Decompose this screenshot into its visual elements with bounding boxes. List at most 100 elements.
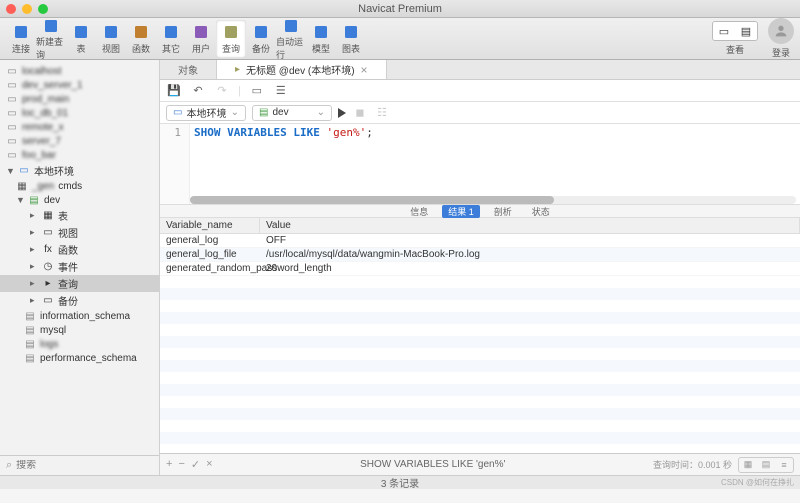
watermark: CSDN @如何在挣扎	[721, 477, 794, 488]
format-icon[interactable]: ☰	[273, 83, 289, 99]
connection-item[interactable]: ▭server_7	[0, 134, 159, 148]
connection-icon: ▭	[6, 65, 18, 77]
env-node[interactable]: ▼▭本地环境	[0, 162, 159, 179]
traffic-lights	[6, 4, 48, 14]
sidebar-search-input[interactable]	[16, 460, 153, 471]
query-tab-icon: ▸	[235, 64, 240, 75]
connection-node[interactable]: ▦_gencmds	[0, 179, 159, 193]
table-icon	[71, 22, 91, 42]
connection-item[interactable]: ▭foo_bar	[0, 148, 159, 162]
toolbar-table-button[interactable]: 表	[66, 20, 96, 58]
db-child-视图[interactable]: ▸▭视图	[0, 224, 159, 241]
result-tab-result1[interactable]: 结果 1	[442, 205, 480, 218]
close-tab-icon[interactable]: ×	[361, 63, 368, 77]
expand-icon[interactable]: ▸	[30, 278, 38, 289]
save-icon[interactable]: 💾	[166, 83, 182, 99]
form-view-icon[interactable]: ▤	[757, 458, 775, 472]
run-query-button[interactable]	[338, 108, 346, 118]
col-value[interactable]: Value	[260, 218, 800, 233]
minimize-window-icon[interactable]	[22, 4, 32, 14]
maximize-window-icon[interactable]	[38, 4, 48, 14]
pager-bar: + − ✓ × SHOW VARIABLES LIKE 'gen%' 查询时间：…	[160, 453, 800, 475]
toolbar-other-button[interactable]: 其它	[156, 20, 186, 58]
view-detail-icon[interactable]: ▤	[735, 22, 757, 40]
node-icon: ▸	[42, 278, 54, 290]
expand-icon[interactable]: ▸	[30, 210, 38, 221]
toolbar-label: 用户	[192, 42, 210, 55]
toolbar-chart-button[interactable]: 图表	[336, 20, 366, 58]
toolbar-query-button[interactable]: 查询	[216, 20, 246, 58]
undo-icon[interactable]: ↶	[190, 83, 206, 99]
redo-icon[interactable]: ↷	[214, 83, 230, 99]
toolbar-label: 图表	[342, 42, 360, 55]
tab-query[interactable]: ▸ 无标题 @dev (本地环境) ×	[217, 60, 387, 79]
view-list-icon[interactable]: ▭	[713, 22, 735, 40]
expand-icon[interactable]: ▸	[30, 227, 38, 238]
database-node[interactable]: ▤mysql	[0, 323, 159, 337]
db-child-表[interactable]: ▸▦表	[0, 207, 159, 224]
toolbar-view-button[interactable]: 视图	[96, 20, 126, 58]
table-row[interactable]: generated_random_password_length20	[160, 262, 800, 276]
table-row[interactable]: general_logOFF	[160, 234, 800, 248]
stop-icon[interactable]: ◼	[352, 105, 368, 121]
expand-icon[interactable]: ▸	[30, 295, 38, 306]
tab-objects[interactable]: 对象	[160, 60, 217, 79]
db-selector[interactable]: ▤dev⌄	[252, 105, 332, 121]
table-row[interactable]: general_log_file/usr/local/mysql/data/wa…	[160, 248, 800, 262]
table-header: Variable_name Value	[160, 218, 800, 234]
delete-row-icon[interactable]: −	[178, 458, 184, 471]
toolbar-function-button[interactable]: 函数	[126, 20, 156, 58]
connection-item[interactable]: ▭prod_main	[0, 92, 159, 106]
confirm-icon[interactable]: ✓	[191, 458, 200, 471]
connection-item[interactable]: ▭localhost	[0, 64, 159, 78]
result-tab-profile[interactable]: 剖析	[488, 205, 518, 218]
sql-code[interactable]: SHOW VARIABLES LIKE 'gen%';	[190, 124, 377, 204]
database-node[interactable]: ▤performance_schema	[0, 351, 159, 365]
grid-view-icon[interactable]: ▦	[739, 458, 757, 472]
result-view-mode[interactable]: ▦ ▤ ≡	[738, 457, 794, 473]
toolbar-connect-button[interactable]: 连接	[6, 20, 36, 58]
other-icon	[161, 22, 181, 42]
result-tab-info[interactable]: 信息	[404, 205, 434, 218]
connection-item[interactable]: ▭dev_server_1	[0, 78, 159, 92]
cancel-icon[interactable]: ×	[206, 458, 212, 471]
text-view-icon[interactable]: ≡	[775, 458, 793, 472]
sql-editor[interactable]: 1 SHOW VARIABLES LIKE 'gen%';	[160, 124, 800, 204]
explain-icon[interactable]: ☷	[374, 105, 390, 121]
database-node[interactable]: ▤information_schema	[0, 309, 159, 323]
connection-item[interactable]: ▭remote_x	[0, 120, 159, 134]
copy-icon[interactable]: ▭	[249, 83, 265, 99]
database-node[interactable]: ▤logs	[0, 337, 159, 351]
scrollbar-thumb[interactable]	[190, 196, 554, 204]
conn-suffix: cmds	[58, 181, 82, 192]
database-node-open[interactable]: ▼▤dev	[0, 193, 159, 207]
env-selector[interactable]: ▭本地环境⌄	[166, 105, 246, 121]
toolbar-user-button[interactable]: 用户	[186, 20, 216, 58]
db-child-查询[interactable]: ▸▸查询	[0, 275, 159, 292]
toolbar-autorun-button[interactable]: 自动运行	[276, 20, 306, 58]
close-window-icon[interactable]	[6, 4, 16, 14]
result-tab-status[interactable]: 状态	[526, 205, 556, 218]
connection-item[interactable]: ▭loc_db_01	[0, 106, 159, 120]
titlebar: Navicat Premium	[0, 0, 800, 18]
sidebar-search[interactable]: ⌕	[0, 455, 159, 475]
view-toggle[interactable]: ▭ ▤	[712, 21, 758, 41]
db-child-函数[interactable]: ▸fx函数	[0, 241, 159, 258]
line-gutter: 1	[160, 124, 190, 204]
expand-icon[interactable]: ▸	[30, 261, 38, 272]
node-label: 事件	[58, 259, 78, 274]
toolbar-newquery-button[interactable]: 新建查询	[36, 20, 66, 58]
expand-icon[interactable]: ▸	[30, 244, 38, 255]
db-child-备份[interactable]: ▸▭备份	[0, 292, 159, 309]
editor-scrollbar[interactable]	[190, 196, 796, 204]
db-child-事件[interactable]: ▸◷事件	[0, 258, 159, 275]
toolbar-backup-button[interactable]: 备份	[246, 20, 276, 58]
database-icon: ▤	[24, 310, 36, 322]
toolbar-label: 自动运行	[276, 35, 306, 61]
toolbar-model-button[interactable]: 模型	[306, 20, 336, 58]
add-row-icon[interactable]: +	[166, 458, 172, 471]
user-avatar-icon[interactable]	[768, 18, 794, 44]
view-label: 查看	[726, 43, 744, 56]
col-variable-name[interactable]: Variable_name	[160, 218, 260, 233]
node-label: 函数	[58, 242, 78, 257]
